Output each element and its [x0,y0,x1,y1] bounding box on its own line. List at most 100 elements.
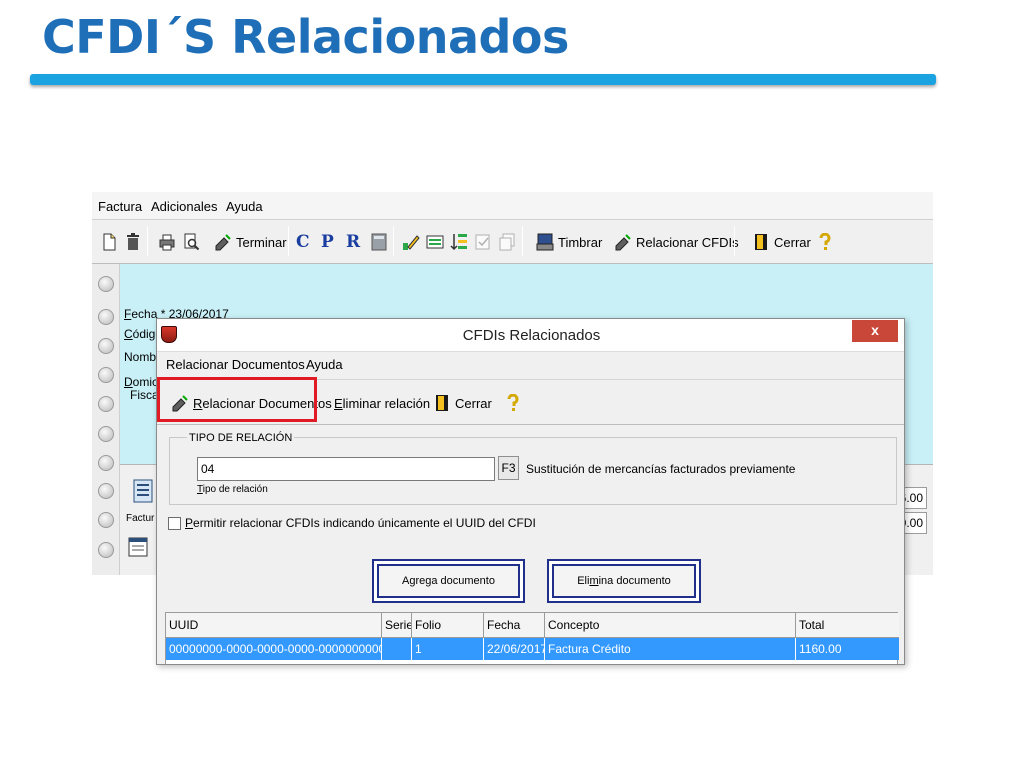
letter-r-icon: R [346,232,361,252]
related-documents-grid: UUID Serie Folio Fecha Concepto Total 00… [165,612,899,664]
side-radio[interactable] [98,426,114,442]
trash-icon [127,233,139,250]
col-concepto[interactable]: Concepto [545,613,796,638]
check-doc-icon [475,234,490,250]
factura-label: Factur [126,513,155,524]
tipo-relacion-title: TIPO DE RELACIÓN [187,432,295,444]
elimina-documento-button[interactable]: Eli m ina documento [547,559,701,603]
app-menubar: Factura Adicionales Ayuda [92,192,933,220]
app-toolbar: Terminar C P R Timbrar Relacionar CFDIs … [92,220,933,264]
tipo-relacion-input[interactable]: 04 [197,457,495,481]
side-radio[interactable] [98,455,114,471]
col-total[interactable]: Total [796,613,899,638]
cerrar-label: Cerrar [774,234,811,250]
copy-button[interactable] [498,228,520,256]
cell-total: 1160.00 [799,642,842,656]
print-button[interactable] [158,228,180,256]
letter-r-button[interactable]: R [346,228,360,256]
f3-lookup-button[interactable]: F3 [498,456,519,480]
col-folio[interactable]: Folio [412,613,484,638]
print-preview-icon [184,233,200,251]
col-fecha[interactable]: Fecha [484,613,545,638]
print-preview-button[interactable] [182,228,204,256]
dialog-title: CFDIs Relacionados [462,327,601,344]
relacionar-cfdis-button[interactable]: Relacionar CFDIs [614,228,739,256]
domicilio-label: Domic [124,375,159,389]
help-button[interactable] [816,228,838,256]
side-radio[interactable] [98,367,114,383]
cell-fecha: 22/06/2017 [484,638,545,660]
eliminar-relacion-label: Eliminar relación [334,395,431,411]
highlight-box [157,377,317,422]
calculator-icon [371,233,387,251]
app-side-strip [92,264,120,575]
side-radio[interactable] [98,309,114,325]
cell-concepto: Factura Crédito [545,638,796,660]
cfdis-relacionados-dialog: CFDIs Relacionados x Relacionar Document… [156,318,905,665]
timbrar-button[interactable]: Timbrar [536,228,602,256]
new-document-button[interactable] [100,228,122,256]
delete-button[interactable] [124,228,146,256]
dialog-menubar: Relacionar Documentos Ayuda [157,354,904,376]
side-radio[interactable] [98,512,114,528]
dialog-cerrar-label: Cerrar [455,395,492,411]
cell-uuid: 00000000-0000-0000-0000-000000000000 [166,638,382,660]
side-radio[interactable] [98,396,114,412]
menu-relacionar-documentos[interactable]: Relacionar Documentos [166,357,305,372]
pencil-chart-icon [403,235,420,250]
cell-serie [382,638,412,660]
exit-door-icon [436,395,448,411]
check-button[interactable] [474,228,496,256]
grid-header: UUID Serie Folio Fecha Concepto Total [166,613,899,638]
side-radio[interactable] [98,542,114,558]
nombre-label: Nombr [124,350,161,364]
copy-icon [499,233,515,251]
agrega-documento-label: Agrega documento [377,564,520,598]
help-icon [507,394,519,411]
agrega-documento-button[interactable]: Agrega documento [372,559,525,603]
dialog-help-button[interactable] [504,391,526,415]
table-row[interactable]: 00000000-0000-0000-0000-000000000000 1 2… [166,638,899,660]
menu-ayuda[interactable]: Ayuda [226,199,263,214]
permitir-uuid-label: Permitir relacionar CFDIs indicando únic… [185,516,536,530]
dialog-titlebar: CFDIs Relacionados x [157,319,904,352]
dialog-cerrar-button[interactable]: Cerrar [433,391,492,415]
close-button[interactable]: x [852,320,898,342]
menu-adicionales[interactable]: Adicionales [151,199,218,214]
document-icon [133,479,153,503]
stamp-icon [215,234,231,251]
side-radio[interactable] [98,483,114,499]
side-radio[interactable] [98,276,114,292]
side-radio[interactable] [98,338,114,354]
elimina-documento-label: Eli m ina documento [552,564,696,598]
edit-button[interactable] [402,228,424,256]
tipo-relacion-description: Sustitución de mercancías facturados pre… [526,462,796,476]
cerrar-button[interactable]: Cerrar [752,228,811,256]
calculator-button[interactable] [370,228,392,256]
menu-ayuda[interactable]: Ayuda [306,357,343,372]
letter-p-icon: P [321,232,334,252]
relacionar-cfdis-label: Relacionar CFDIs [636,234,739,250]
slide-title: CFDI´S Relacionados [42,10,569,64]
col-serie[interactable]: Serie [382,613,412,638]
col-uuid[interactable]: UUID [166,613,382,638]
exit-door-icon [755,234,767,250]
help-icon [819,233,831,250]
timbrar-label: Timbrar [558,234,603,250]
letter-c-button[interactable]: C [296,228,310,256]
new-document-icon [103,233,116,251]
tipo-relacion-field-label: Tipo de relación [197,484,268,495]
eliminar-relacion-button[interactable]: Eliminar relación [334,391,430,415]
sort-button[interactable] [450,228,472,256]
letter-c-icon: C [296,232,310,252]
terminar-button[interactable]: Terminar [214,228,287,256]
terminar-label: Terminar [236,234,287,250]
menu-factura[interactable]: Factura [98,199,142,214]
form-button[interactable] [426,228,448,256]
form-icon [426,235,444,249]
title-underline [30,74,936,85]
fiscal-label: Fisca [130,388,159,402]
letter-p-button[interactable]: P [321,228,334,256]
permitir-uuid-checkbox[interactable] [168,517,181,530]
printer-icon [159,234,175,251]
